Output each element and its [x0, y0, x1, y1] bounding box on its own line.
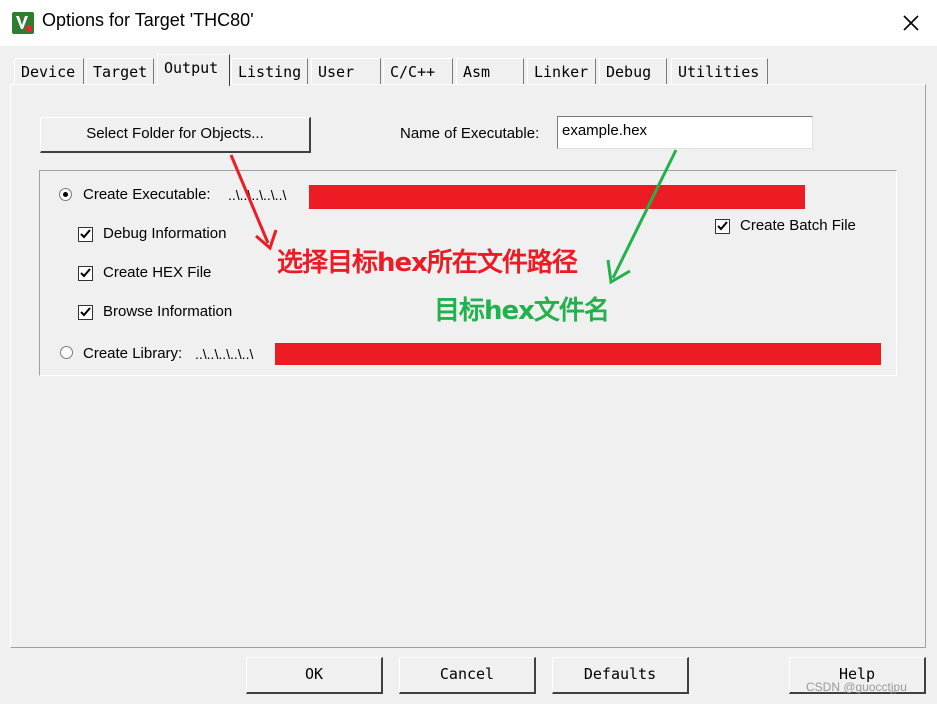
annotation-green-text: 目标hex文件名: [434, 296, 610, 326]
annotation-arrows: [229, 149, 678, 285]
tab-output[interactable]: Output: [157, 54, 230, 86]
red-arrow-icon: [229, 154, 278, 251]
ok-button[interactable]: OK: [246, 657, 383, 694]
defaults-button[interactable]: Defaults: [552, 657, 689, 694]
annotation-red-text: 选择目标hex所在文件路径: [277, 248, 578, 278]
watermark: CSDN @guocctjpu: [806, 680, 907, 694]
green-arrow-icon: [606, 149, 678, 285]
cancel-button[interactable]: Cancel: [399, 657, 536, 694]
